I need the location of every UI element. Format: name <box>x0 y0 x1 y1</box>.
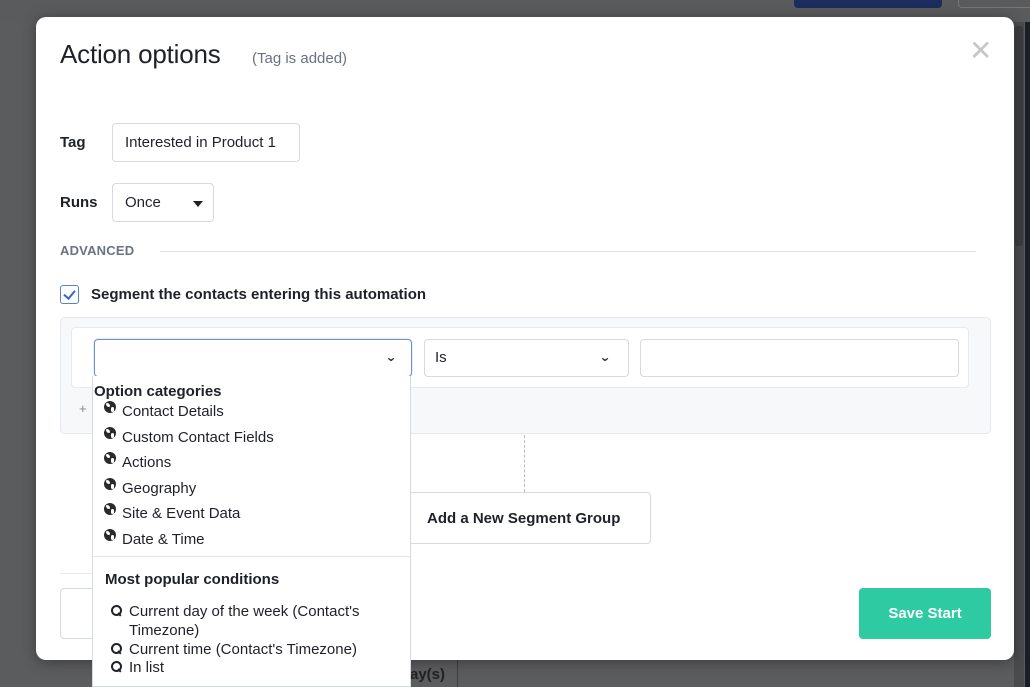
background-edge <box>1025 22 1030 687</box>
option-categories-heading: Option categories <box>94 383 222 400</box>
category-label: Actions <box>122 454 172 471</box>
globe-icon <box>104 427 116 439</box>
connector-line <box>524 435 525 492</box>
advanced-section-label: ADVANCED <box>60 243 135 258</box>
tag-label: Tag <box>60 134 86 151</box>
add-segment-group-button[interactable]: Add a New Segment Group <box>388 492 651 544</box>
modal-title: Action options <box>60 39 221 69</box>
popular-condition-item[interactable]: In list <box>111 658 401 677</box>
condition-label: Current day of the week (Contact's Timez… <box>129 603 360 639</box>
globe-icon <box>104 401 116 413</box>
category-geography[interactable]: Geography <box>104 478 196 500</box>
category-label: Contact Details <box>122 403 224 420</box>
search-icon <box>111 605 122 616</box>
segment-checkbox-label[interactable]: Segment the contacts entering this autom… <box>91 286 426 303</box>
popular-condition-item[interactable]: Current day of the week (Contact's Timez… <box>111 602 401 640</box>
search-icon <box>111 643 122 654</box>
dropdown-divider <box>93 556 410 557</box>
add-condition-icon[interactable]: + <box>79 401 87 416</box>
background-primary-button <box>794 0 942 8</box>
category-label: Geography <box>122 480 197 497</box>
category-contact-details[interactable]: Contact Details <box>104 401 224 423</box>
condition-operator-select[interactable]: Is ⌄ <box>424 339 629 377</box>
category-label: Date & Time <box>122 531 205 548</box>
condition-field-select[interactable]: ⌄ <box>94 339 412 377</box>
category-date-time[interactable]: Date & Time <box>104 529 205 551</box>
runs-select[interactable]: Once <box>112 183 214 222</box>
category-label: Site & Event Data <box>122 505 241 522</box>
category-site-event-data[interactable]: Site & Event Data <box>104 503 240 525</box>
category-label: Custom Contact Fields <box>122 429 274 446</box>
segment-checkbox[interactable] <box>60 285 79 304</box>
condition-field-dropdown: Option categories Contact Details Custom… <box>92 376 411 687</box>
category-custom-contact-fields[interactable]: Custom Contact Fields <box>104 427 274 449</box>
chevron-down-icon: ⌄ <box>384 350 398 364</box>
popular-condition-item[interactable]: Current time (Contact's Timezone) <box>111 640 401 659</box>
search-icon <box>111 661 122 672</box>
modal-subtitle: (Tag is added) <box>252 50 348 67</box>
caret-down-icon <box>193 201 203 207</box>
condition-label: Current time (Contact's Timezone) <box>129 641 357 658</box>
runs-label: Runs <box>60 194 98 211</box>
category-actions[interactable]: Actions <box>104 452 171 474</box>
condition-operator-value: Is <box>435 349 447 366</box>
condition-label: In list <box>129 659 165 676</box>
background-secondary-button <box>958 0 1030 8</box>
globe-icon <box>104 478 116 490</box>
popular-conditions-heading: Most popular conditions <box>105 571 280 588</box>
runs-selected-value: Once <box>125 194 161 211</box>
save-start-button[interactable]: Save Start <box>859 588 991 639</box>
globe-icon <box>104 529 116 541</box>
condition-value-input[interactable] <box>640 339 959 377</box>
tag-input[interactable]: Interested in Product 1 <box>112 123 300 162</box>
advanced-divider <box>160 251 976 252</box>
close-icon[interactable]: ✕ <box>969 37 992 65</box>
chevron-down-icon: ⌄ <box>598 350 612 364</box>
globe-icon <box>104 452 116 464</box>
globe-icon <box>104 503 116 515</box>
page-scrollbar-thumb[interactable] <box>1015 26 1023 246</box>
